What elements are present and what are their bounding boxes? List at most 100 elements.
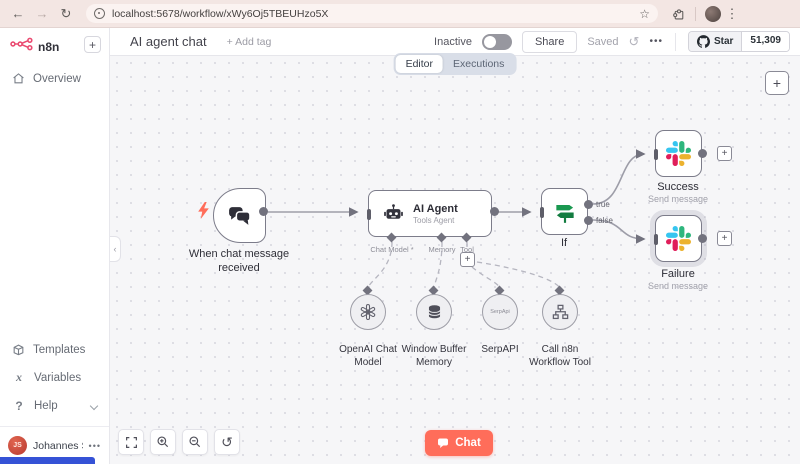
- help-icon: ?: [15, 399, 23, 413]
- sidebar-item-templates[interactable]: Templates: [0, 336, 109, 363]
- github-star-label: Star: [713, 36, 734, 47]
- tab-executions[interactable]: Executions: [443, 55, 514, 73]
- share-button[interactable]: Share: [521, 30, 578, 53]
- main-area: AI agent chat + Add tag Inactive Share S…: [110, 28, 800, 464]
- slack-icon: [666, 141, 691, 166]
- zoom-to-fit-button[interactable]: [118, 429, 144, 455]
- node-label: When chat message received: [188, 248, 290, 274]
- browser-divider: [695, 6, 696, 21]
- node-ai-agent[interactable]: AI Agent Tools Agent: [367, 190, 492, 237]
- url-bar[interactable]: localhost:5678/workflow/xWy6Oj5TBEUHzo5X…: [86, 4, 658, 23]
- trigger-output-port[interactable]: [259, 207, 268, 216]
- success-input-port[interactable]: [654, 149, 658, 160]
- trigger-bolt-icon: [197, 202, 210, 224]
- sidebar-item-label: Overview: [33, 72, 81, 85]
- view-tabs: Editor Executions: [393, 53, 517, 75]
- if-false-label: false: [596, 216, 613, 225]
- chat-icon: [438, 438, 449, 448]
- add-tool-button[interactable]: +: [460, 252, 475, 267]
- signpost-icon: [555, 204, 574, 223]
- if-true-label: true: [596, 200, 610, 209]
- node-subtitle: Send message: [647, 194, 709, 204]
- site-info-icon[interactable]: [94, 8, 105, 19]
- workflow-menu-icon[interactable]: •••: [649, 36, 663, 47]
- add-tag-button[interactable]: + Add tag: [227, 36, 272, 48]
- subnode-label: OpenAI Chat Model: [339, 344, 397, 368]
- sidebar-item-variables[interactable]: x Variables: [0, 363, 109, 392]
- success-add-node-button[interactable]: +: [717, 146, 732, 161]
- logo-row: n8n +: [0, 28, 109, 65]
- add-node-button[interactable]: +: [765, 71, 789, 95]
- workflow-hierarchy-icon: [552, 304, 568, 319]
- sidebar-item-label: Variables: [34, 371, 82, 384]
- failure-add-node-button[interactable]: +: [717, 231, 732, 246]
- bookmark-icon[interactable]: ☆: [639, 7, 650, 21]
- node-if[interactable]: [540, 188, 588, 235]
- port-label-memory: Memory: [428, 245, 456, 254]
- if-input-port[interactable]: [540, 207, 544, 218]
- open-chat-button[interactable]: Chat: [425, 430, 493, 456]
- slack-icon: [666, 226, 691, 251]
- new-workflow-button[interactable]: +: [84, 36, 101, 53]
- n8n-logo-icon: [10, 37, 34, 56]
- sidebar-collapse-handle[interactable]: ‹: [110, 236, 121, 262]
- url-text: localhost:5678/workflow/xWy6Oj5TBEUHzo5X: [112, 7, 329, 20]
- node-window-buffer-memory[interactable]: [416, 294, 452, 330]
- variable-x-icon: x: [16, 370, 22, 384]
- home-icon: [13, 73, 24, 84]
- node-slack-success[interactable]: [654, 130, 702, 177]
- header-divider: [674, 32, 676, 51]
- database-icon: [427, 304, 441, 318]
- node-label: If: [560, 237, 568, 249]
- node-slack-failure[interactable]: [654, 215, 702, 262]
- chat-button-label: Chat: [455, 437, 481, 449]
- browser-profile-avatar[interactable]: [705, 5, 721, 22]
- node-openai-chat-model[interactable]: [350, 294, 386, 330]
- agent-output-port[interactable]: [490, 207, 499, 216]
- subnode-label: Call n8n Workflow Tool: [529, 344, 591, 368]
- failure-input-port[interactable]: [654, 234, 658, 245]
- reset-zoom-button[interactable]: ↺: [214, 429, 240, 455]
- workflow-canvas[interactable]: When chat message received AI Agent Tool…: [110, 56, 800, 464]
- user-options-icon[interactable]: •••: [89, 441, 101, 451]
- history-icon[interactable]: ↺: [629, 34, 640, 50]
- node-chat-trigger[interactable]: [213, 188, 266, 243]
- github-star-count: 51,309: [742, 32, 789, 51]
- zoom-out-icon: [189, 436, 201, 448]
- user-name: Johannes Schn...: [33, 439, 83, 452]
- activation-toggle[interactable]: [481, 33, 512, 50]
- back-icon[interactable]: ←: [6, 6, 30, 21]
- node-label: Success: [657, 181, 699, 193]
- sidebar: n8n + Overview Templates x Variables ? H…: [0, 28, 110, 464]
- tab-editor[interactable]: Editor: [395, 55, 444, 73]
- if-true-port[interactable]: [584, 200, 593, 209]
- sidebar-item-overview[interactable]: Overview: [0, 65, 109, 92]
- if-false-port[interactable]: [584, 216, 593, 225]
- subnode-label: Window Buffer Memory: [401, 344, 467, 368]
- node-call-n8n-workflow-tool[interactable]: [542, 294, 578, 330]
- forward-icon[interactable]: →: [30, 6, 54, 21]
- failure-output-port[interactable]: [698, 234, 707, 243]
- success-output-port[interactable]: [698, 149, 707, 158]
- zoom-in-button[interactable]: [150, 429, 176, 455]
- workflow-header: AI agent chat + Add tag Inactive Share S…: [110, 28, 800, 56]
- workflow-title[interactable]: AI agent chat: [130, 34, 207, 49]
- logo-text: n8n: [38, 39, 60, 54]
- sidebar-item-label: Help: [34, 400, 58, 412]
- node-label: Failure: [661, 268, 695, 280]
- zoom-out-button[interactable]: [182, 429, 208, 455]
- fit-view-icon: [125, 436, 137, 448]
- extensions-icon[interactable]: [672, 7, 686, 21]
- zoom-in-icon: [157, 436, 169, 448]
- browser-menu-icon[interactable]: ⋮: [721, 6, 743, 22]
- app-frame: n8n + Overview Templates x Variables ? H…: [0, 28, 800, 464]
- github-star-widget[interactable]: Star 51,309: [687, 31, 790, 52]
- node-serpapi[interactable]: SerpApi: [482, 294, 518, 330]
- reload-icon[interactable]: ↻: [54, 6, 78, 22]
- agent-input-port[interactable]: [367, 209, 371, 220]
- chevron-down-icon: [89, 401, 99, 411]
- browser-chrome: ← → ↻ localhost:5678/workflow/xWy6Oj5TBE…: [0, 0, 800, 28]
- openai-icon: [360, 303, 376, 321]
- sidebar-item-help[interactable]: ? Help: [0, 392, 109, 420]
